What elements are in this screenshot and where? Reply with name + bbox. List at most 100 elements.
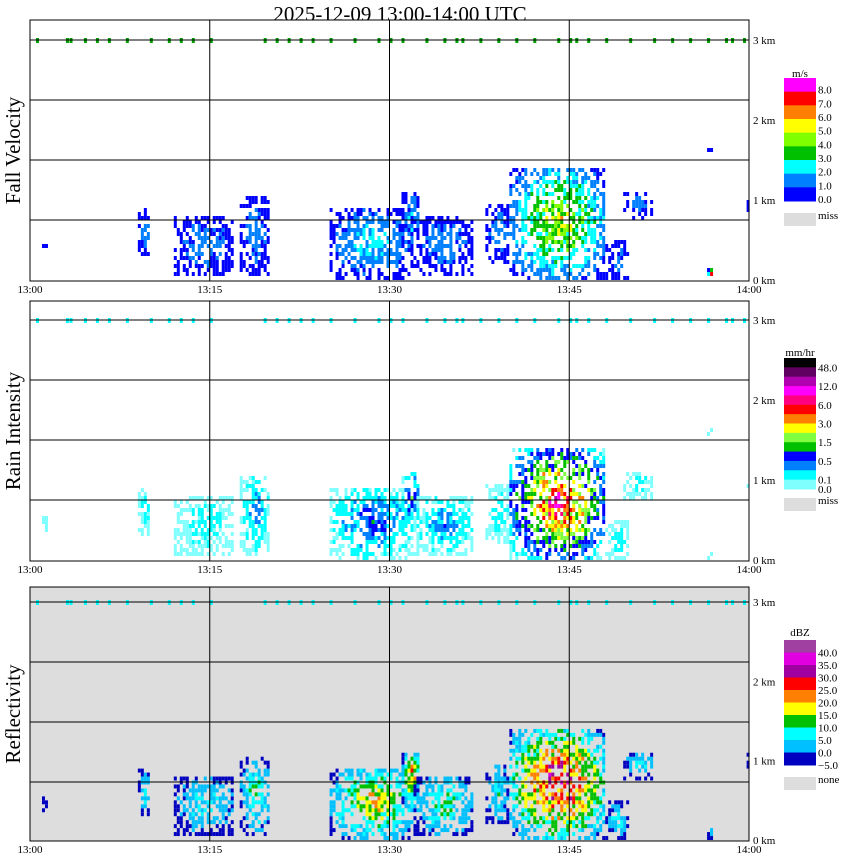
x-tick-label: 13:45 xyxy=(557,564,583,576)
echo-cell xyxy=(263,252,267,256)
echo-cell xyxy=(260,220,264,224)
echo-cell xyxy=(620,252,624,256)
echo-cell xyxy=(377,496,381,500)
echo-cell xyxy=(563,512,567,516)
echo-cell xyxy=(245,796,249,801)
echo-cell xyxy=(356,792,360,797)
echo-cell xyxy=(242,788,246,793)
echo-cell xyxy=(551,792,555,797)
echo-cell xyxy=(377,792,381,797)
echo-cell xyxy=(572,264,576,268)
echo-cell xyxy=(350,208,354,212)
echo-cell xyxy=(257,264,261,268)
echo-cell xyxy=(557,208,561,212)
echo-cell xyxy=(497,532,501,536)
echo-cell xyxy=(524,192,528,196)
echo-cell xyxy=(500,804,504,809)
echo-cell xyxy=(575,512,579,516)
echo-cell xyxy=(404,228,408,232)
echo-cell xyxy=(350,264,354,268)
echo-cell xyxy=(527,524,531,528)
echo-cell xyxy=(347,772,351,777)
echo-cell xyxy=(380,788,384,793)
echo-cell xyxy=(578,476,582,480)
echo-cell xyxy=(254,544,258,548)
echo-cell xyxy=(221,232,225,236)
echo-cell xyxy=(257,500,261,504)
echo-cell xyxy=(449,228,453,232)
echo-cell xyxy=(341,228,345,232)
echo-cell xyxy=(512,524,516,528)
echo-cell xyxy=(425,252,429,256)
echo-cell xyxy=(467,804,471,809)
echo-cell xyxy=(221,236,225,240)
echo-cell xyxy=(635,196,639,200)
echo-cell xyxy=(371,240,375,244)
echo-cell xyxy=(521,464,525,468)
echo-cell xyxy=(137,768,141,773)
echo-cell xyxy=(602,204,606,208)
echo-cell xyxy=(536,468,540,472)
echo-cell xyxy=(197,796,201,801)
echo-cell xyxy=(173,824,177,829)
echo-cell xyxy=(524,448,528,452)
echo-cell xyxy=(518,200,522,204)
echo-cell xyxy=(266,236,270,240)
echo-cell xyxy=(221,796,225,801)
echo-cell xyxy=(620,820,624,825)
echo-cell xyxy=(518,736,522,741)
echo-cell xyxy=(392,276,396,280)
echo-cell xyxy=(230,220,234,224)
echo-cell xyxy=(581,276,585,280)
echo-cell xyxy=(524,748,528,753)
echo-cell xyxy=(509,476,513,480)
echo-cell xyxy=(530,824,534,829)
echo-cell xyxy=(410,208,414,212)
echo-cell xyxy=(572,176,576,180)
echo-cell xyxy=(578,492,582,496)
echo-cell xyxy=(500,776,504,781)
echo-cell xyxy=(398,224,402,228)
echo-cell xyxy=(590,516,594,520)
echo-cell xyxy=(374,524,378,528)
echo-cell xyxy=(365,832,369,837)
echo-cell xyxy=(176,832,180,837)
echo-cell xyxy=(548,232,552,236)
echo-cell xyxy=(518,748,522,753)
echo-cell xyxy=(485,820,489,825)
echo-cell xyxy=(194,532,198,536)
echo-cell xyxy=(494,228,498,232)
echo-cell xyxy=(254,508,258,512)
echo-cell xyxy=(545,464,549,468)
echo-cell xyxy=(419,252,423,256)
legend-swatch xyxy=(784,173,816,188)
echo-cell xyxy=(335,532,339,536)
echo-cell xyxy=(227,232,231,236)
echo-cell xyxy=(584,256,588,260)
echo-cell xyxy=(575,760,579,765)
echo-cell xyxy=(338,500,342,504)
echo-cell xyxy=(413,208,417,212)
echo-cell xyxy=(362,236,366,240)
echo-cell xyxy=(248,476,252,480)
echo-cell xyxy=(440,508,444,512)
echo-cell xyxy=(392,536,396,540)
echo-cell xyxy=(263,248,267,252)
echo-cell xyxy=(548,768,552,773)
echo-cell xyxy=(356,492,360,496)
echo-cell xyxy=(461,224,465,228)
echo-cell xyxy=(470,272,474,276)
echo-cell xyxy=(557,536,561,540)
echo-cell xyxy=(602,736,606,741)
echo-cell xyxy=(215,832,219,837)
echo-cell xyxy=(224,820,228,825)
echo-cell xyxy=(245,776,249,781)
echo-cell xyxy=(413,524,417,528)
echo-cell xyxy=(335,272,339,276)
echo-cell xyxy=(230,240,234,244)
echo-cell xyxy=(539,468,543,472)
echo-cell xyxy=(332,548,336,552)
echo-cell xyxy=(554,820,558,825)
echo-cell xyxy=(464,548,468,552)
echo-cell xyxy=(524,536,528,540)
